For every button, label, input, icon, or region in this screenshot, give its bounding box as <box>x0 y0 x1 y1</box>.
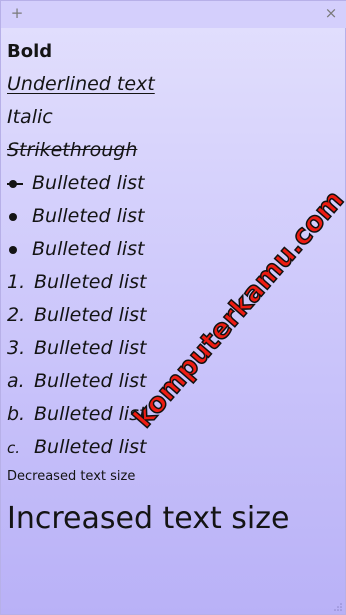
numbered-list-item: 2. Bulleted list <box>7 299 339 332</box>
add-note-icon[interactable]: + <box>8 4 26 22</box>
underlined-text: Underlined text <box>7 73 155 95</box>
resize-grip-icon[interactable] <box>334 603 342 611</box>
list-item-text: Bulleted list <box>34 337 147 359</box>
increased-size-text: Increased text size <box>7 501 290 536</box>
list-item-text: Bulleted list <box>32 172 145 194</box>
list-item-text: Bulleted list <box>32 205 145 227</box>
lettered-list-item: b. Bulleted list <box>7 398 339 431</box>
bullet-list-item: Bulleted list <box>7 233 339 266</box>
list-number: 3. <box>7 337 26 359</box>
list-item-text: Bulleted list <box>34 403 147 425</box>
close-icon[interactable]: × <box>322 4 340 22</box>
list-item-text: Bulleted list <box>34 370 147 392</box>
bullet-icon <box>7 167 32 200</box>
strikethrough-text: Strikethrough <box>7 139 138 161</box>
bullet-icon <box>7 233 32 266</box>
bullet-list-item: Bulleted list <box>7 200 339 233</box>
note-titlebar[interactable]: + × <box>1 1 346 28</box>
numbered-list-item: 1. Bulleted list <box>7 266 339 299</box>
list-number: 2. <box>7 304 26 326</box>
numbered-list-item: 3. Bulleted list <box>7 332 339 365</box>
italic-text: Italic <box>7 106 53 128</box>
bold-text: Bold <box>7 41 53 62</box>
bullet-icon <box>7 200 32 233</box>
list-letter: b. <box>7 403 26 425</box>
bullet-list-item: Bulleted list <box>7 167 339 200</box>
list-letter: a. <box>7 370 25 392</box>
list-number: 1. <box>7 271 26 293</box>
decreased-size-text: Decreased text size <box>7 469 136 484</box>
list-item-text: Bulleted list <box>34 271 147 293</box>
sticky-note[interactable]: + × Bold Underlined text Italic Striketh… <box>0 0 346 615</box>
list-item-text: Bulleted list <box>32 238 145 260</box>
lettered-list-item: a. Bulleted list <box>7 365 339 398</box>
list-letter: c. <box>7 439 21 457</box>
lettered-list-item: c. Bulleted list <box>7 431 339 464</box>
list-item-text: Bulleted list <box>34 304 147 326</box>
note-body[interactable]: Bold Underlined text Italic Strikethroug… <box>7 35 339 548</box>
list-item-text: Bulleted list <box>34 436 147 458</box>
